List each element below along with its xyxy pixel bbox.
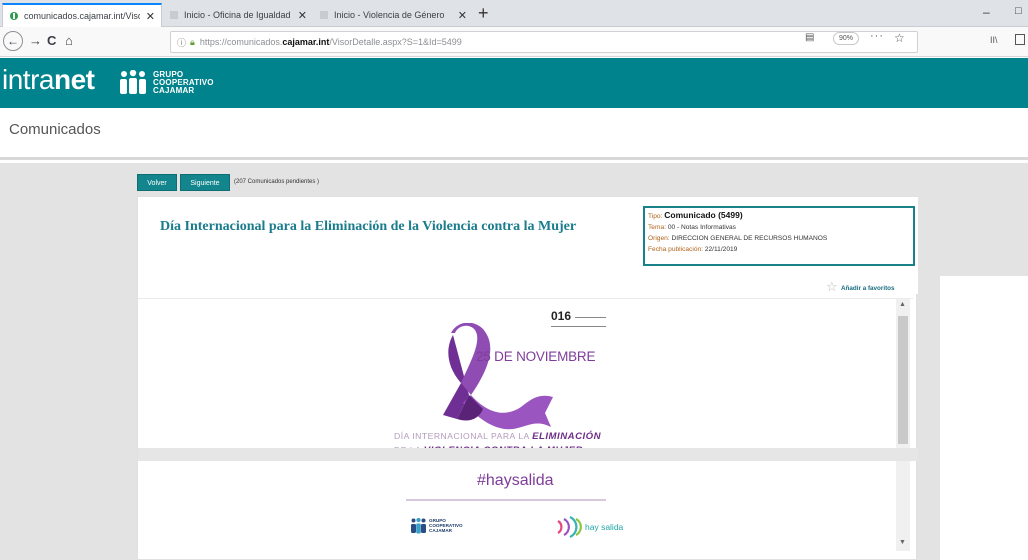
campaign-line-1: DÍA INTERNACIONAL PARA LA ELIMINACIÓN [394, 431, 601, 442]
blank-region [940, 276, 1028, 560]
campaign-date: 25 DE NOVIEMBRE [476, 349, 596, 364]
browser-nav-bar: ← → C ⌂ ⓘ 🔒︎ https://comunicados. cajama… [0, 27, 1028, 57]
meta-label: Origen: [648, 235, 670, 242]
image-scrollbar[interactable]: ▲ ▼ [896, 299, 910, 551]
library-icon[interactable]: II\ [990, 35, 998, 45]
reader-view-icon[interactable]: ▤ [805, 32, 814, 43]
logo-bold: net [53, 64, 95, 95]
document-title: Día Internacional para la Eliminación de… [160, 219, 577, 234]
metadata-box: Tipo: Comunicado (5499) Tema: 00 - Notas… [643, 206, 915, 266]
maximize-button[interactable]: □ [1015, 5, 1022, 17]
scroll-thumb[interactable] [898, 316, 908, 444]
favicon-icon [320, 11, 328, 19]
meta-value: 00 - Notas Informativas [667, 224, 736, 231]
intranet-header: intranet GRUPO COOPERATIVO CAJAMAR [0, 58, 1028, 108]
grupo-cajamar-text: GRUPO COOPERATIVO CAJAMAR [429, 518, 463, 533]
grupo-line: CAJAMAR [153, 86, 195, 95]
close-icon[interactable]: ✕ [298, 9, 307, 22]
info-icon[interactable]: ⓘ [177, 36, 186, 49]
meta-label: Tipo: [648, 213, 663, 220]
hay-salida-logo [557, 516, 582, 538]
close-icon[interactable]: ✕ [458, 9, 467, 22]
section-title: Comunicados [9, 121, 101, 138]
home-button[interactable]: ⌂ [65, 33, 73, 49]
back-button[interactable]: ← [3, 31, 23, 51]
reload-button[interactable]: C [47, 33, 56, 49]
meta-value: 22/11/2019 [704, 246, 738, 253]
back-page-button[interactable]: Volver [137, 174, 177, 191]
meta-fecha: Fecha publicación: 22/11/2019 [648, 244, 910, 255]
grupo-cajamar-text: GRUPO COOPERATIVO CAJAMAR [153, 71, 214, 95]
close-icon[interactable]: ✕ [146, 10, 155, 23]
browser-tab-strip: comunicados.cajamar.int/Visor ✕ Inicio -… [0, 0, 1028, 27]
tab-comunicados[interactable]: comunicados.cajamar.int/Visor ✕ [2, 3, 162, 27]
favicon-icon [10, 12, 18, 20]
campaign-text: DÍA INTERNACIONAL PARA LA [394, 431, 533, 441]
divider [551, 326, 606, 327]
meta-tema: Tema: 00 - Notas Informativas [648, 222, 910, 233]
new-tab-button[interactable]: + [478, 3, 489, 23]
phone-016: 016 [551, 309, 572, 323]
grupo-line: CAJAMAR [429, 528, 452, 533]
meta-value: DIRECCION GENERAL DE RECURSOS HUMANOS [671, 235, 828, 242]
scroll-down-icon[interactable]: ▼ [899, 539, 906, 546]
campaign-hashtag: #haysalida [477, 472, 554, 489]
favicon-icon [170, 11, 178, 19]
hay-salida-text: hay salida [585, 522, 624, 532]
pending-count: (207 Comunicados pendientes ) [234, 179, 320, 185]
url-path: /VisorDetalle.aspx?S=1&Id=5499 [329, 37, 462, 47]
zoom-level[interactable]: 90% [833, 32, 860, 45]
intranet-logo[interactable]: intranet [2, 64, 95, 96]
next-button[interactable]: Siguiente [180, 174, 230, 191]
campaign-bold: ELIMINACIÓN [532, 431, 602, 442]
purple-ribbon [443, 323, 553, 430]
tab-title: Inicio - Oficina de Igualdad [184, 10, 291, 20]
meta-origen: Origen: DIRECCION GENERAL DE RECURSOS HU… [648, 233, 910, 244]
tab-violencia-genero[interactable]: Inicio - Violencia de Género ✕ [313, 3, 473, 27]
campaign-image-frame[interactable]: 016 25 DE NOVIEMBRE DÍA INTERNACIONAL PA… [138, 298, 913, 551]
meta-label: Fecha publicación: [648, 246, 703, 253]
grupo-cajamar-logo [411, 518, 426, 534]
scroll-up-icon[interactable]: ▲ [899, 301, 906, 308]
screen: comunicados.cajamar.int/Visor ✕ Inicio -… [0, 0, 1028, 560]
logo-light: intra [2, 64, 54, 95]
grupo-cajamar-logo [120, 70, 146, 94]
sidebar-icon[interactable] [1015, 34, 1025, 45]
meta-value: Comunicado (5499) [664, 210, 743, 220]
detail-panel: Día Internacional para la Eliminación de… [137, 196, 918, 560]
divider [406, 499, 606, 501]
meta-label: Tema: [648, 224, 666, 231]
divider [575, 317, 606, 318]
tab-title: comunicados.cajamar.int/Visor [24, 11, 140, 21]
url-host: cajamar.int [282, 37, 330, 47]
forward-button[interactable]: → [29, 33, 42, 49]
tab-title: Inicio - Violencia de Género [334, 10, 445, 20]
page-actions-icon[interactable]: ··· [870, 30, 884, 42]
minimize-button[interactable]: – [983, 5, 990, 19]
frame-bottom-bar [138, 448, 918, 461]
lock-icon[interactable]: 🔒︎ [190, 37, 195, 48]
tab-oficina-igualdad[interactable]: Inicio - Oficina de Igualdad ✕ [163, 3, 313, 27]
url-prefix: https://comunicados. [199, 37, 283, 47]
detail-header: Día Internacional para la Eliminación de… [138, 197, 918, 294]
meta-tipo: Tipo: Comunicado (5499) [648, 210, 910, 222]
star-icon[interactable]: ☆ [894, 31, 905, 45]
section-bar: Comunicados [0, 108, 1028, 160]
star-icon[interactable]: ☆ [826, 279, 838, 295]
add-favorite-link[interactable]: Añadir a favoritos [841, 285, 895, 292]
